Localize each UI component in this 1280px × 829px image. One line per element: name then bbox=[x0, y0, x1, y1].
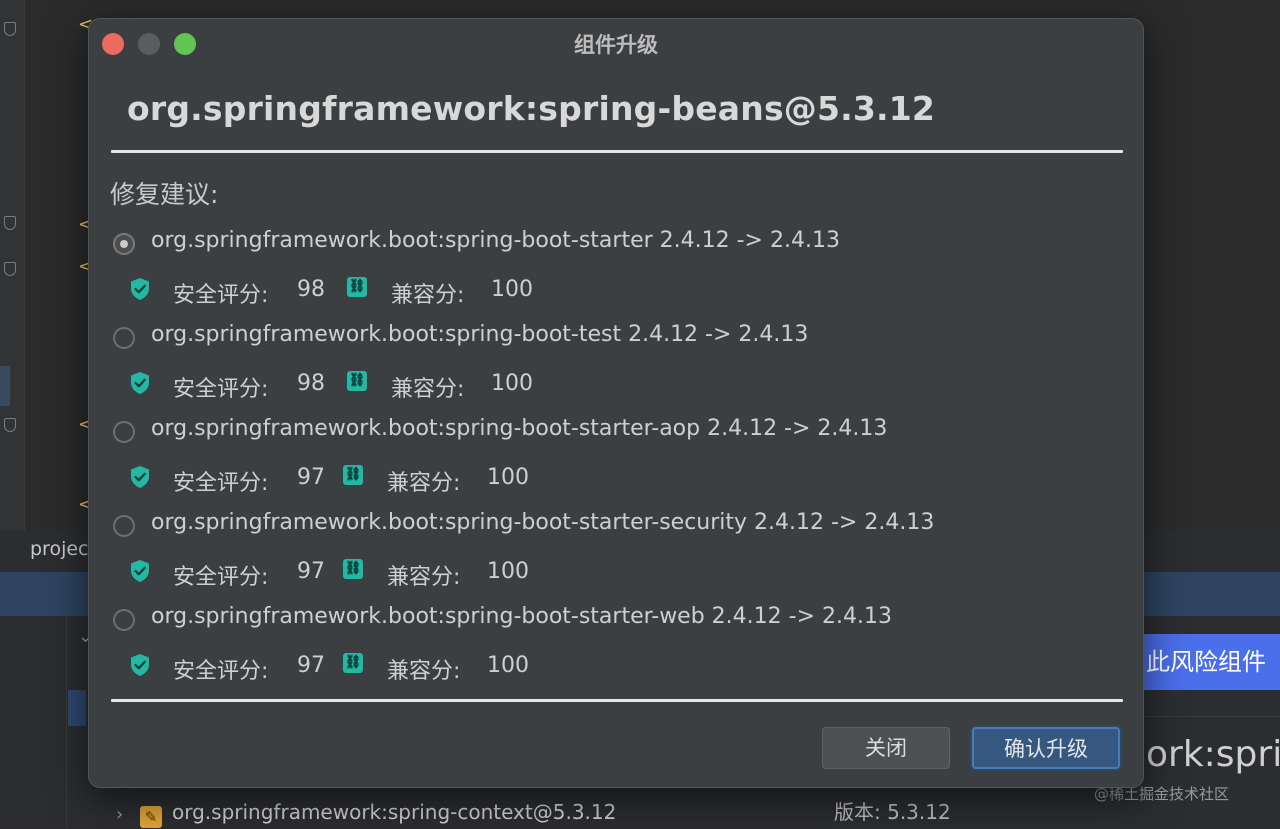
security-score-value: 98 bbox=[297, 277, 325, 302]
tree-selection bbox=[68, 690, 86, 726]
upgrade-dialog: 组件升级 org.springframework:spring-beans@5.… bbox=[88, 18, 1144, 788]
security-score-label: 安全评分: bbox=[173, 377, 269, 402]
detail-version: 版本: 5.3.12 bbox=[834, 800, 951, 824]
security-score-label: 安全评分: bbox=[173, 659, 269, 684]
tree-item-context[interactable]: ✎ org.springframework:spring-context@5.3.… bbox=[140, 800, 616, 828]
option-radio[interactable] bbox=[113, 327, 135, 349]
security-score-value: 97 bbox=[297, 559, 325, 584]
gutter-selection bbox=[0, 366, 10, 406]
option-radio[interactable] bbox=[113, 233, 135, 255]
compat-score-value: 100 bbox=[487, 559, 529, 584]
link-icon: ⛓ bbox=[343, 559, 363, 579]
fold-marker-icon[interactable] bbox=[4, 418, 16, 432]
link-icon: ⛓ bbox=[343, 653, 363, 673]
risk-component-button[interactable]: 此风险组件 bbox=[1122, 634, 1280, 690]
fold-marker-icon[interactable] bbox=[4, 22, 16, 36]
divider bbox=[111, 699, 1123, 702]
compat-score-value: 100 bbox=[491, 277, 533, 302]
package-title: org.springframework:spring-beans@5.3.12 bbox=[127, 89, 936, 128]
confirm-upgrade-button[interactable]: 确认升级 bbox=[972, 727, 1120, 769]
compat-score-label: 兼容分: bbox=[387, 565, 461, 590]
shield-check-icon bbox=[129, 371, 151, 395]
link-icon: ⛓ bbox=[347, 277, 367, 297]
option-radio[interactable] bbox=[113, 515, 135, 537]
tree-guide-line bbox=[66, 616, 67, 828]
link-icon: ⛓ bbox=[347, 371, 367, 391]
shield-check-icon bbox=[129, 653, 151, 677]
close-button[interactable]: 关闭 bbox=[822, 727, 950, 769]
security-score-label: 安全评分: bbox=[173, 283, 269, 308]
option-label: org.springframework.boot:spring-boot-sta… bbox=[151, 604, 892, 629]
divider bbox=[111, 150, 1123, 153]
compat-score-value: 100 bbox=[491, 371, 533, 396]
editor-gutter bbox=[0, 0, 25, 530]
compat-score-label: 兼容分: bbox=[387, 471, 461, 496]
security-score-label: 安全评分: bbox=[173, 565, 269, 590]
compat-score-value: 100 bbox=[487, 653, 529, 678]
fix-suggestion-label: 修复建议: bbox=[110, 180, 219, 209]
security-score-value: 97 bbox=[297, 465, 325, 490]
option-label: org.springframework.boot:spring-boot-sta… bbox=[151, 510, 935, 535]
security-score-value: 97 bbox=[297, 653, 325, 678]
dialog-title: 组件升级 bbox=[574, 33, 658, 57]
link-icon: ⛓ bbox=[343, 465, 363, 485]
compat-score-label: 兼容分: bbox=[391, 283, 465, 308]
option-radio[interactable] bbox=[113, 421, 135, 443]
security-score-value: 98 bbox=[297, 371, 325, 396]
compat-score-label: 兼容分: bbox=[387, 659, 461, 684]
security-score-label: 安全评分: bbox=[173, 471, 269, 496]
shield-check-icon bbox=[129, 465, 151, 489]
detail-artifact-name: ork:spri bbox=[1146, 734, 1280, 775]
shield-check-icon bbox=[129, 277, 151, 301]
wrench-icon: ✎ bbox=[140, 806, 162, 828]
option-label: org.springframework.boot:spring-boot-tes… bbox=[151, 322, 809, 347]
option-radio[interactable] bbox=[113, 609, 135, 631]
project-tab[interactable]: projec bbox=[30, 538, 89, 560]
fold-marker-icon[interactable] bbox=[4, 216, 16, 230]
option-label: org.springframework.boot:spring-boot-sta… bbox=[151, 228, 840, 253]
option-label: org.springframework.boot:spring-boot-sta… bbox=[151, 416, 888, 441]
tree-item-label: org.springframework:spring-context@5.3.1… bbox=[172, 800, 617, 824]
compat-score-value: 100 bbox=[487, 465, 529, 490]
compat-score-label: 兼容分: bbox=[391, 377, 465, 402]
fold-marker-icon[interactable] bbox=[4, 262, 16, 276]
chevron-right-icon[interactable]: › bbox=[116, 804, 123, 825]
shield-check-icon bbox=[129, 559, 151, 583]
